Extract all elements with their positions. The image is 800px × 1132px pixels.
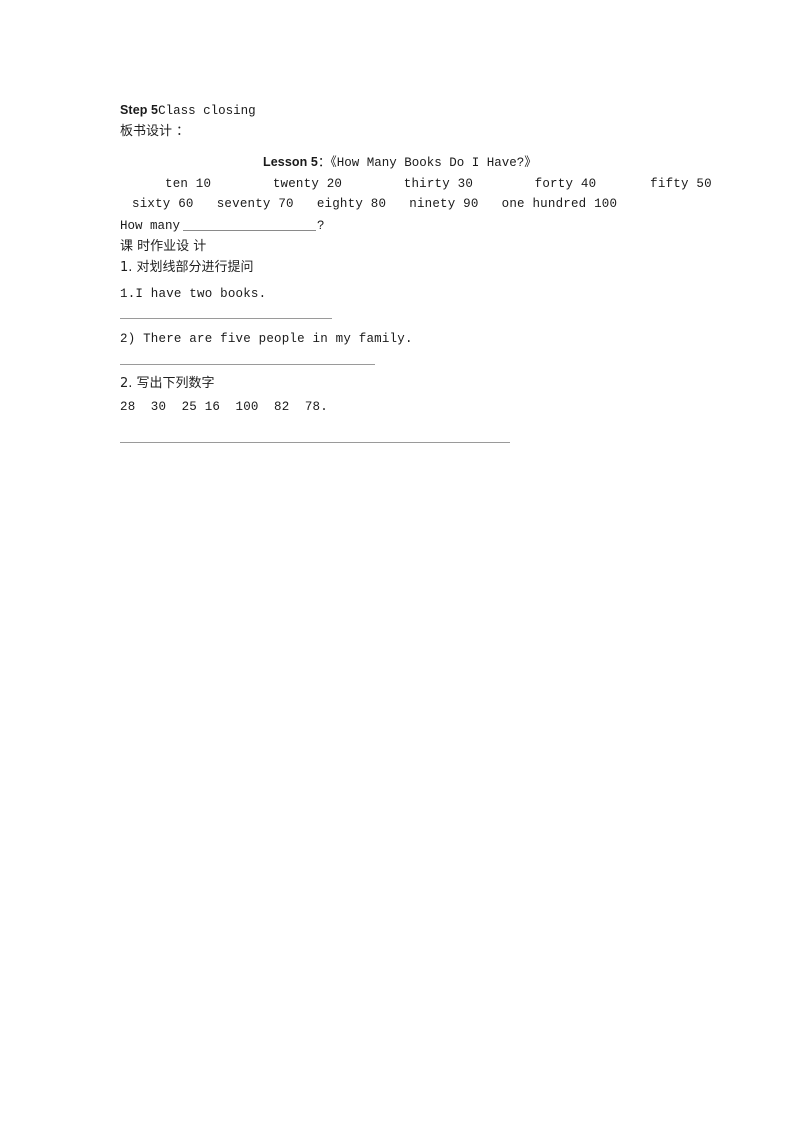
- task1-item-1: 1.I have two books.: [120, 286, 267, 301]
- step-heading-bold: Step 5: [120, 103, 159, 117]
- document-body: Step 5Class closing 板书设计 ： Lesson 5：《How…: [120, 100, 712, 443]
- answer-rule-2[interactable]: [120, 364, 375, 366]
- step-heading-regular: Class closing: [158, 104, 256, 118]
- blackboard-design-label: 板书设计 ：: [120, 123, 190, 139]
- fill-in-blank[interactable]: [183, 230, 317, 232]
- answer-rule-1[interactable]: [120, 318, 332, 320]
- task2-numbers: 28 30 25 16 100 82 78.: [120, 399, 328, 414]
- lesson-title: Lesson 5：《How Many Books Do I Have?》: [120, 152, 680, 174]
- document-page: Step 5Class closing 板书设计 ： Lesson 5：《How…: [0, 0, 800, 1132]
- lesson-title-bold: Lesson 5: [263, 154, 318, 169]
- task1-item-2: 2) There are five people in my family.: [120, 332, 413, 347]
- lesson-title-regular: ：《How Many Books Do I Have?》: [318, 155, 537, 170]
- how-many-prefix: How many: [120, 219, 181, 234]
- task1-title: 1. 对划线部分进行提问: [120, 259, 254, 275]
- homework-heading: 课 时作业设 计: [120, 238, 207, 254]
- how-many-prompt: How many?: [120, 216, 680, 237]
- task2-title: 2. 写出下列数字: [120, 376, 215, 392]
- number-words-row-2: sixty 60 seventy 70 eighty 80 ninety 90 …: [132, 197, 618, 212]
- answer-rule-3[interactable]: [120, 441, 510, 443]
- how-many-suffix: ?: [317, 219, 325, 234]
- step-heading: Step 5Class closing: [120, 100, 680, 122]
- number-words-row-1: ten 10 twenty 20 thirty 30 forty 40 fift…: [165, 176, 712, 191]
